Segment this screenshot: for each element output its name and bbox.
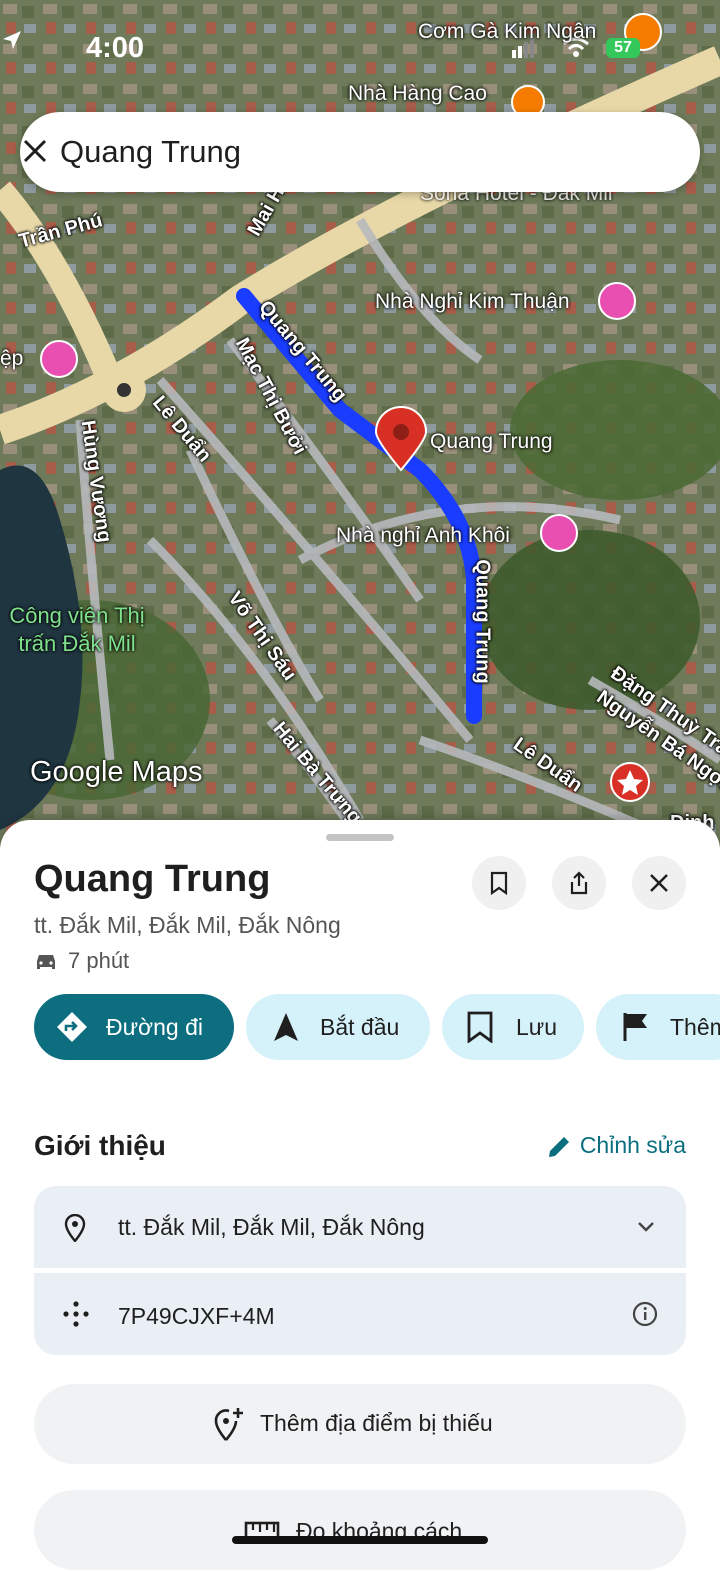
hotel-pin-icon[interactable] bbox=[540, 514, 578, 552]
share-icon bbox=[570, 871, 588, 895]
status-bar: 4:00 57 bbox=[0, 28, 720, 72]
poi-label-kim-thuan[interactable]: Nhà Nghỉ Kim Thuận bbox=[375, 290, 570, 314]
add-missing-place-label: Thêm địa điểm bị thiếu bbox=[260, 1410, 493, 1436]
address-row-text: tt. Đắk Mil, Đắk Mil, Đắk Nông bbox=[118, 1214, 425, 1240]
travel-time: 7 phút bbox=[34, 948, 129, 974]
pencil-icon bbox=[548, 1136, 569, 1157]
clear-search-icon[interactable] bbox=[20, 136, 50, 166]
hotel-pin-icon[interactable] bbox=[40, 340, 78, 378]
directions-label: Đường đi bbox=[106, 1014, 203, 1040]
edit-button[interactable]: Chỉnh sửa bbox=[546, 1132, 686, 1160]
start-label: Bắt đầu bbox=[320, 1014, 400, 1040]
edit-label: Chỉnh sửa bbox=[579, 1132, 686, 1158]
search-bar[interactable]: Quang Trung bbox=[20, 112, 700, 192]
close-icon bbox=[650, 874, 668, 892]
location-arrow-icon bbox=[3, 31, 21, 49]
info-icon[interactable] bbox=[632, 1301, 658, 1327]
add-location-icon bbox=[214, 1408, 243, 1441]
map-view[interactable]: 4:00 57 Cơm Gà Kim Ngân Nhà Hàng Cao Son… bbox=[0, 0, 720, 860]
poi-label-com-ga[interactable]: Cơm Gà Kim Ngân bbox=[418, 20, 596, 44]
location-pin-icon bbox=[64, 1214, 86, 1242]
measure-distance-button[interactable]: Đo khoảng cách bbox=[34, 1490, 686, 1570]
save-chip[interactable]: Lưu bbox=[442, 994, 584, 1060]
home-indicator[interactable] bbox=[232, 1536, 488, 1544]
bookmark-icon bbox=[467, 1011, 493, 1043]
poi-label-ep[interactable]: ệp bbox=[0, 347, 23, 371]
chevron-down-icon[interactable] bbox=[636, 1220, 656, 1234]
more-label: Thêm bbox=[670, 1014, 720, 1040]
close-button[interactable] bbox=[632, 856, 686, 910]
directions-button[interactable]: Đường đi bbox=[34, 994, 234, 1060]
place-title: Quang Trung bbox=[34, 858, 271, 900]
car-icon bbox=[37, 955, 55, 970]
flag-icon bbox=[623, 1013, 647, 1041]
google-maps-logo: Google Maps bbox=[30, 756, 203, 788]
address-row[interactable]: tt. Đắk Mil, Đắk Mil, Đắk Nông bbox=[34, 1186, 686, 1268]
start-button[interactable]: Bắt đầu bbox=[246, 994, 430, 1060]
save-label: Lưu bbox=[516, 1014, 557, 1040]
add-missing-place-button[interactable]: Thêm địa điểm bị thiếu bbox=[34, 1384, 686, 1464]
bookmark-icon bbox=[490, 871, 508, 895]
place-address: tt. Đắk Mil, Đắk Mil, Đắk Nông bbox=[34, 912, 341, 938]
drag-handle[interactable] bbox=[326, 834, 394, 841]
place-sheet: Quang Trung tt. Đắk Mil, Đắk Mil, Đắk Nô… bbox=[0, 820, 720, 1580]
status-time: 4:00 bbox=[86, 32, 145, 64]
travel-time-text: 7 phút bbox=[68, 948, 130, 973]
share-button[interactable] bbox=[552, 856, 606, 910]
more-chip[interactable]: Thêm bbox=[596, 994, 720, 1060]
save-button[interactable] bbox=[472, 856, 526, 910]
park-label[interactable]: Công viên Thị trấn Đắk Mil bbox=[2, 602, 152, 658]
navigation-arrow-icon bbox=[274, 1013, 298, 1041]
hotel-pin-icon[interactable] bbox=[598, 282, 636, 320]
action-chips: Đường đi Bắt đầu Lưu Thêm bbox=[34, 994, 720, 1060]
plus-code-icon bbox=[63, 1301, 89, 1327]
street-label-quang-trung-2: Quang Trung bbox=[471, 559, 494, 684]
poi-label-nha-hang[interactable]: Nhà Hàng Cao bbox=[348, 82, 487, 106]
poi-label-anh-khoi[interactable]: Nhà nghỉ Anh Khôi bbox=[336, 524, 510, 548]
search-input[interactable]: Quang Trung bbox=[60, 134, 241, 170]
battery-indicator: 57 bbox=[606, 38, 640, 58]
plus-code-text: 7P49CJXF+4M bbox=[118, 1303, 275, 1329]
directions-icon bbox=[57, 1012, 87, 1042]
plus-code-row[interactable]: 7P49CJXF+4M bbox=[34, 1273, 686, 1355]
pin-label[interactable]: Quang Trung bbox=[430, 430, 553, 454]
intro-heading: Giới thiệu bbox=[34, 1130, 166, 1161]
